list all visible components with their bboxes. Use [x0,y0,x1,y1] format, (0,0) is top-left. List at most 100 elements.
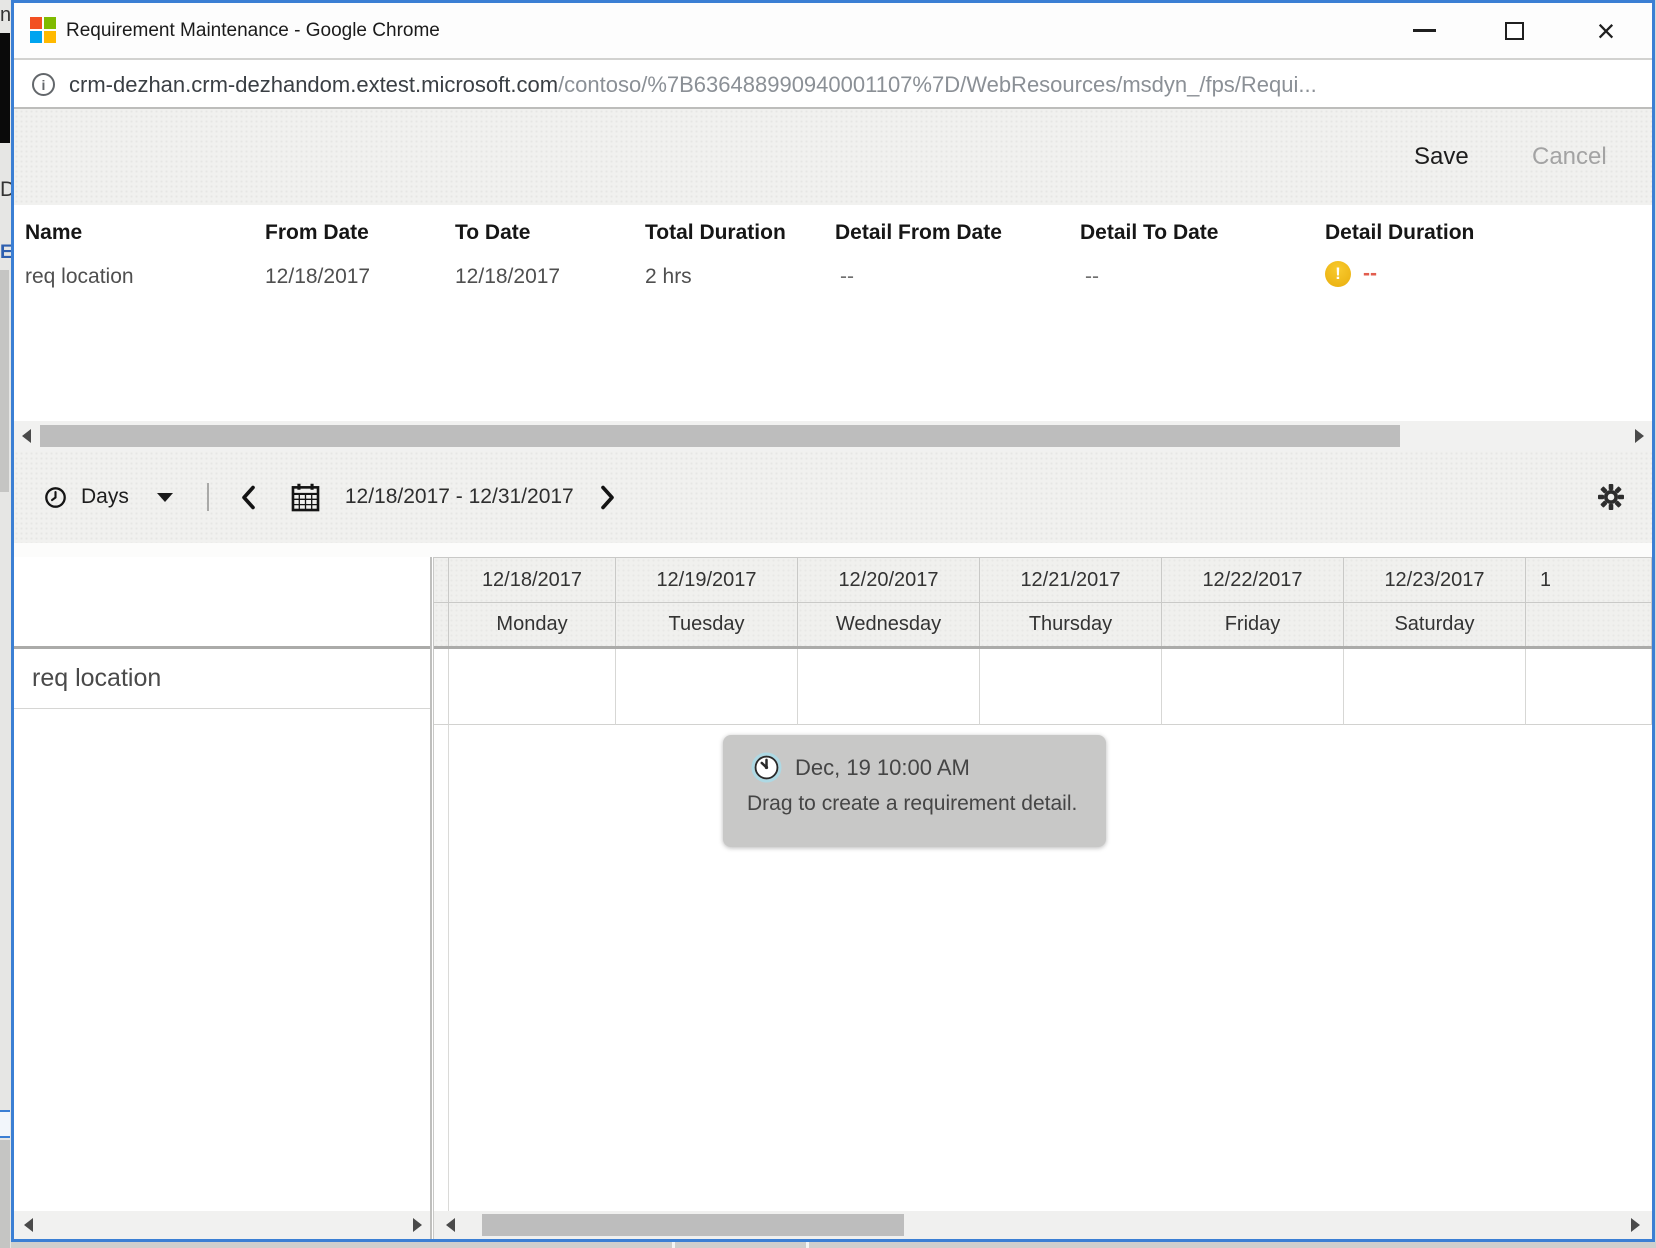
day-header-clipped [1526,603,1652,646]
background-fragment: E [0,242,11,264]
microsoft-logo-icon [30,17,57,44]
calendar-day-header-row: Monday Tuesday Wednesday Thursday Friday… [434,603,1652,649]
resource-panel: req location [14,557,432,1239]
background-fragment [0,270,9,492]
url-domain: crm-dezhan.crm-dezhandom.extest.microsof… [69,72,558,97]
url-path: /contoso/%7B636488990940001107%7D/WebRes… [558,72,1317,97]
cell-from-date: 12/18/2017 [265,265,370,289]
view-mode-dropdown[interactable]: Days [44,485,173,509]
column-header-detail-from-date: Detail From Date [835,221,1002,245]
calendar-day-cell[interactable] [980,649,1162,725]
close-icon: × [1597,15,1616,47]
day-header: Friday [1162,603,1344,646]
toolbar-divider [207,483,209,511]
background-fragment [0,1110,10,1138]
command-toolbar: Save Cancel [14,109,1652,205]
chevron-down-icon [157,493,173,502]
resource-name: req location [32,664,161,693]
window-title: Requirement Maintenance - Google Chrome [66,3,440,58]
column-header-total-duration: Total Duration [645,221,786,245]
info-icon[interactable]: i [32,73,55,96]
resource-row[interactable]: req location [14,649,430,709]
background-window-strip: n D E [0,0,11,1248]
date-header: 12/19/2017 [616,558,798,602]
date-header: 12/22/2017 [1162,558,1344,602]
scroll-left-arrow[interactable] [24,1218,33,1232]
detail-duration-value: -- [1363,262,1377,286]
clock-icon [44,486,67,509]
cell-detail-duration: ! -- [1325,261,1377,287]
scroll-right-arrow[interactable] [1635,429,1644,443]
window-titlebar: Requirement Maintenance - Google Chrome … [14,3,1652,60]
calendar-day-cell[interactable] [1344,649,1526,725]
scheduler-toolbar: Days 12/18/2017 - 12/31/2017 [14,451,1652,543]
background-fragment [806,1242,809,1248]
day-header: Tuesday [616,603,798,646]
cell-total-duration: 2 hrs [645,265,692,289]
background-fragment: n [0,4,11,27]
calendar-gutter-cell [434,649,449,725]
cell-name: req location [25,265,134,289]
calendar-gutter-column [434,725,449,1211]
calendar-icon[interactable] [290,482,321,513]
calendar-horizontal-scrollbar[interactable] [434,1211,1652,1239]
toolbar-gap [14,543,1652,557]
screen: n D E Requirement Maintenance - Google C… [0,0,1656,1248]
column-header-from-date: From Date [265,221,369,245]
previous-range-button[interactable] [239,484,258,511]
scrollbar-thumb[interactable] [482,1214,904,1236]
background-fragment [672,1242,675,1248]
tooltip-clock-icon [751,752,782,783]
cell-detail-to-date: -- [1085,265,1099,289]
maximize-button[interactable] [1484,3,1544,58]
day-header: Monday [449,603,616,646]
grid-horizontal-scrollbar[interactable] [14,421,1652,451]
scroll-left-arrow[interactable] [446,1218,455,1232]
drag-tooltip: Dec, 19 10:00 AM Drag to create a requir… [723,735,1106,847]
tooltip-time: Dec, 19 10:00 AM [795,755,970,781]
scrollbar-thumb[interactable] [40,425,1400,447]
column-header-detail-to-date: Detail To Date [1080,221,1218,245]
date-header: 12/21/2017 [980,558,1162,602]
close-button[interactable]: × [1576,3,1636,58]
save-button[interactable]: Save [1414,142,1469,172]
requirements-grid: Name From Date To Date Total Duration De… [14,205,1652,421]
minimize-icon [1413,29,1436,32]
cancel-button[interactable]: Cancel [1532,142,1607,172]
column-header-detail-duration: Detail Duration [1325,221,1474,245]
date-range-label: 12/18/2017 - 12/31/2017 [345,485,574,509]
resource-panel-header [14,557,430,649]
tooltip-hint: Drag to create a requirement detail. [747,792,1106,816]
calendar-day-cell[interactable] [449,649,616,725]
calendar-day-cell[interactable] [616,649,798,725]
resource-panel-scrollbar[interactable] [14,1211,430,1239]
next-range-button[interactable] [598,484,617,511]
cell-to-date: 12/18/2017 [455,265,560,289]
calendar-gutter-cell [434,558,449,602]
date-header: 12/18/2017 [449,558,616,602]
day-header: Saturday [1344,603,1526,646]
maximize-icon [1505,22,1524,40]
view-mode-label: Days [81,485,129,509]
day-header: Wednesday [798,603,980,646]
address-bar[interactable]: i crm-dezhan.crm-dezhandom.extest.micros… [14,62,1652,109]
scheduler-board: req location 12/18/2017 12/19/2017 12/20… [14,557,1652,1239]
scroll-right-arrow[interactable] [1631,1218,1640,1232]
minimize-button[interactable] [1394,3,1454,58]
calendar-day-cell[interactable] [1526,649,1652,725]
calendar-day-cell[interactable] [1162,649,1344,725]
info-glyph: i [42,77,46,93]
warning-icon[interactable]: ! [1325,261,1351,287]
column-header-to-date: To Date [455,221,530,245]
scroll-right-arrow[interactable] [413,1218,422,1232]
gear-icon[interactable] [1596,482,1626,517]
calendar-panel: 12/18/2017 12/19/2017 12/20/2017 12/21/2… [433,557,1652,1239]
calendar-day-cell[interactable] [798,649,980,725]
calendar-gutter-cell [434,603,449,646]
date-header: 12/20/2017 [798,558,980,602]
background-fragment [0,33,10,143]
chrome-popup-window: Requirement Maintenance - Google Chrome … [11,0,1655,1242]
background-fragment: D [0,178,11,202]
scroll-left-arrow[interactable] [22,429,31,443]
background-taskbar-strip [11,1242,1656,1248]
